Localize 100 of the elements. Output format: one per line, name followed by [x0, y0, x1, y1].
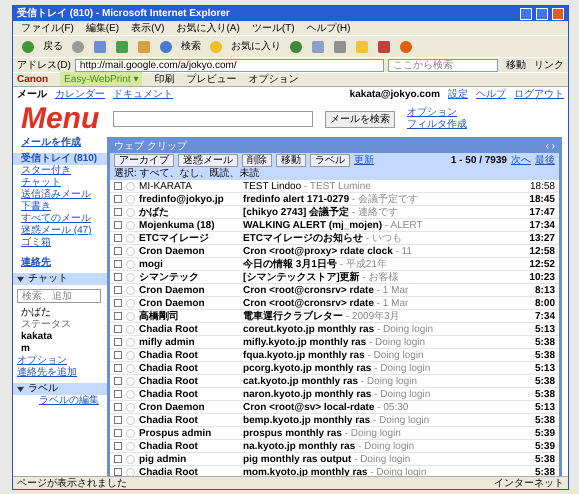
folder-link[interactable]: 下書き: [13, 201, 59, 213]
checkbox[interactable]: [114, 273, 122, 281]
checkbox[interactable]: [114, 195, 122, 203]
links-bar-item[interactable]: オプション: [248, 72, 298, 87]
minimize-button[interactable]: [520, 8, 532, 20]
email-row[interactable]: Chadia Root bemp.kyoto.jp monthly ras - Doing login 5:38: [110, 414, 559, 427]
checkbox[interactable]: [114, 182, 122, 190]
email-row[interactable]: Prospus admin prospus monthly ras - Doing login 5:39: [110, 427, 559, 440]
favorites-button[interactable]: お気に入り: [231, 39, 281, 54]
compose-link[interactable]: メールを作成: [13, 137, 89, 149]
email-row[interactable]: Chadia Root pcorg.kyoto.jp monthly ras - Doing login 5:13: [110, 362, 559, 375]
email-row[interactable]: Cron Daemon Cron <root@cronsrv> rdate - 1 Mar 8:13: [110, 284, 559, 297]
menu-item[interactable]: 表示(V): [131, 20, 164, 36]
checkbox[interactable]: [114, 234, 122, 242]
folder-link[interactable]: 迷惑メール (47): [13, 225, 100, 237]
checkbox[interactable]: [114, 286, 122, 294]
checkbox[interactable]: [114, 208, 122, 216]
menu-item[interactable]: ツール(T): [252, 20, 295, 36]
maximize-button[interactable]: [536, 8, 548, 20]
email-row[interactable]: Mojenkuma (18) WALKING ALERT (mj_mojen) - ALERT 17:34: [110, 219, 559, 232]
email-row[interactable]: Chadia Root fqua.kyoto.jp monthly ras - Doing login 5:38: [110, 349, 559, 362]
checkbox[interactable]: [114, 338, 122, 346]
email-row[interactable]: ETCマイレージ ETCマイレージのお知らせ - いつも 13:27: [110, 232, 559, 245]
add-contact-link[interactable]: 連絡先を追加: [13, 367, 81, 379]
action-button[interactable]: 迷惑メール: [178, 154, 238, 167]
email-row[interactable]: Chadia Root naron.kyoto.jp monthly ras - Doing login 5:38: [110, 388, 559, 401]
go-button[interactable]: 移動: [502, 58, 530, 72]
nav-link[interactable]: カレンダー: [55, 86, 105, 102]
email-row[interactable]: Chadia Root mom.kyoto.jp monthly ras - Doing login 5:38: [110, 466, 559, 479]
nav-link[interactable]: 設定: [448, 86, 468, 102]
action-button[interactable]: ラベル: [310, 154, 350, 167]
checkbox[interactable]: [114, 364, 122, 372]
email-row[interactable]: Chadia Root cat.kyoto.jp monthly ras - Doing login 5:38: [110, 375, 559, 388]
email-row[interactable]: fredinfo@jokyo.jp fredinfo alert 171-0279 - 会議予定です 18:45: [110, 193, 559, 206]
checkbox[interactable]: [114, 325, 122, 333]
back-button[interactable]: 戻る: [43, 39, 63, 54]
web-search-field[interactable]: ここから検索: [388, 58, 498, 72]
folder-link[interactable]: ゴミ箱: [13, 237, 59, 249]
checkbox[interactable]: [114, 416, 122, 424]
links-bar-item[interactable]: プレビュー: [186, 72, 236, 87]
checkbox[interactable]: [114, 390, 122, 398]
folder-link[interactable]: チャット: [13, 177, 69, 189]
action-button[interactable]: 移動: [276, 154, 306, 167]
chat-section-header[interactable]: チャット: [13, 273, 107, 285]
email-row[interactable]: MI-KARATA TEST Lindoo - TEST Lumine 18:58: [110, 180, 559, 193]
email-row[interactable]: かばた [chikyo 2743] 会議予定 - 連絡です 17:47: [110, 206, 559, 219]
refresh-link[interactable]: 更新: [354, 153, 374, 168]
menu-item[interactable]: ヘルプ(H): [306, 20, 350, 36]
checkbox[interactable]: [114, 429, 122, 437]
status-link[interactable]: ステータス: [13, 319, 79, 331]
links-bar-item[interactable]: 印刷: [154, 72, 174, 87]
search-field[interactable]: [113, 111, 313, 127]
checkbox[interactable]: [114, 247, 122, 255]
email-row[interactable]: Chadia Root coreut.kyoto.jp monthly ras - Doing login 5:13: [110, 323, 559, 336]
labels-section-header[interactable]: ラベル: [13, 383, 107, 395]
email-row[interactable]: mifly admin mifly.kyoto.jp monthly ras - Doing login 5:38: [110, 336, 559, 349]
edit-labels-link[interactable]: ラベルの編集: [31, 395, 107, 407]
checkbox[interactable]: [114, 377, 122, 385]
search-mail-button[interactable]: メールを検索: [325, 110, 395, 128]
folder-link[interactable]: スター付き: [13, 165, 79, 177]
folder-link[interactable]: 送信済みメール: [13, 189, 99, 201]
checkbox[interactable]: [114, 260, 122, 268]
action-button[interactable]: 削除: [242, 154, 272, 167]
contacts-link[interactable]: 連絡先: [13, 257, 59, 269]
checkbox[interactable]: [114, 403, 122, 411]
folder-link[interactable]: 受信トレイ (810): [13, 153, 107, 165]
folder-link[interactable]: すべてのメール: [13, 213, 99, 225]
links-button[interactable]: リンク: [534, 58, 564, 72]
email-row[interactable]: Cron Daemon Cron <root@cronsrv> rdate - 1 Mar 8:00: [110, 297, 559, 310]
checkbox[interactable]: [114, 221, 122, 229]
menu-item[interactable]: ファイル(F): [21, 20, 74, 36]
options-link[interactable]: オプション: [13, 355, 71, 367]
email-row[interactable]: Cron Daemon Cron <root@sv> local-rdate - 05:30 5:13: [110, 401, 559, 414]
checkbox[interactable]: [114, 299, 122, 307]
chat-search-field[interactable]: 検索、追加: [17, 289, 101, 303]
nav-link[interactable]: ログアウト: [514, 86, 564, 102]
search-option-link[interactable]: フィルタ作成: [407, 119, 467, 131]
email-row[interactable]: Cron Daemon Cron <root@proxy> rdate clock - 11 12:58: [110, 245, 559, 258]
nav-link[interactable]: メール: [17, 86, 47, 102]
nav-link[interactable]: ドキュメント: [113, 86, 173, 102]
email-row[interactable]: mogi 今日の情報 3月1日号 - 平成21年 12:52: [110, 258, 559, 271]
search-button[interactable]: 検索: [181, 39, 201, 54]
email-row[interactable]: pig admin pig monthly ras output - Doing login 5:38: [110, 453, 559, 466]
nav-link[interactable]: ヘルプ: [476, 86, 506, 102]
email-row[interactable]: Chadia Root na.kyoto.jp monthly ras - Doing login 5:39: [110, 440, 559, 453]
email-row[interactable]: 高橋剛司 電車運行クラブレター - 2009年3月 7:34: [110, 310, 559, 323]
close-button[interactable]: [552, 8, 564, 20]
address-field[interactable]: http://mail.google.com/a/jokyo.com/: [74, 58, 384, 72]
menu-item[interactable]: 編集(E): [86, 20, 120, 36]
checkbox[interactable]: [114, 351, 122, 359]
next-link[interactable]: 次へ: [511, 153, 531, 168]
checkbox[interactable]: [114, 455, 122, 463]
email-row[interactable]: シマンテック [シマンテックストア]更新 - お客様 10:23: [110, 271, 559, 284]
checkbox[interactable]: [114, 468, 122, 476]
menu-item[interactable]: お気に入り(A): [176, 20, 240, 36]
last-link[interactable]: 最後: [535, 153, 555, 168]
search-option-link[interactable]: オプション: [407, 107, 467, 119]
checkbox[interactable]: [114, 442, 122, 450]
checkbox[interactable]: [114, 312, 122, 320]
action-button[interactable]: アーカイブ: [114, 154, 174, 167]
